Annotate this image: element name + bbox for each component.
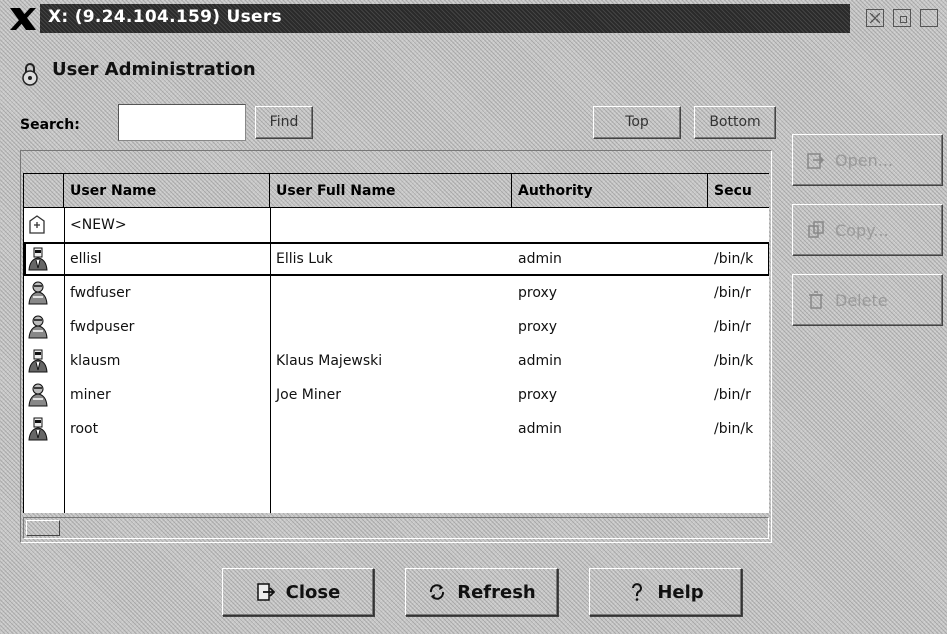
proxy-user-icon [28,281,48,305]
cell-authority: proxy [518,387,558,403]
cell-authority: proxy [518,319,558,335]
proxy-user-icon [28,383,48,407]
admin-user-icon [28,349,48,373]
table-row[interactable]: miner Joe Miner proxy/bin/r [24,378,769,412]
exit-door-icon [256,583,275,601]
cell-security [710,208,769,242]
window-menu-button[interactable] [866,9,884,27]
cell-security: /bin/k [714,251,754,267]
cell-user-name: klausm [70,353,121,369]
x-logo-icon [10,8,36,30]
window-title: X: (9.24.104.159) Users [48,7,282,27]
refresh-icon [430,584,445,600]
close-button-label: Close [285,581,341,603]
cell-user-name: root [70,421,99,437]
cell-authority: admin [518,421,562,437]
bottom-button[interactable]: Bottom [694,106,776,139]
cell-authority: proxy [518,285,558,301]
delete-button-label: Delete [835,290,888,310]
proxy-user-icon [28,315,48,339]
admin-user-icon [28,247,48,271]
top-button[interactable]: Top [593,106,681,139]
cell-full-name: Ellis Luk [276,251,333,267]
cell-authority: admin [518,353,562,369]
table-row[interactable]: klausm Klaus Majewski admin/bin/k [24,344,769,378]
column-header-security[interactable]: Secu [708,174,769,208]
cell-user-name: <NEW> [70,217,127,233]
find-button[interactable]: Find [255,106,313,139]
open-button-label: Open... [835,150,893,170]
column-header-authority[interactable]: Authority [512,174,708,208]
open-folder-icon [807,153,825,169]
cell-security: /bin/r [714,319,751,335]
cell-security: /bin/r [714,285,751,301]
icon-column-header [24,174,64,208]
users-table-frame: User Name User Full Name Authority Secu … [20,150,772,543]
cell-full-name [272,310,510,344]
cell-security: /bin/r [714,387,751,403]
table-row[interactable]: fwdpuser proxy/bin/r [24,310,769,344]
new-user-icon [29,215,45,234]
minimize-button[interactable] [893,9,911,27]
column-header-full-name[interactable]: User Full Name [270,174,512,208]
cell-full-name: Klaus Majewski [276,353,383,369]
cell-full-name [272,276,510,310]
refresh-button[interactable]: Refresh [405,568,558,616]
cell-authority: admin [518,251,562,267]
cell-full-name [272,208,510,242]
copy-button[interactable]: Copy... [792,204,943,256]
cell-authority [514,208,706,242]
column-header-user-name[interactable]: User Name [64,174,270,208]
scrollbar-thumb[interactable] [26,520,60,536]
users-table[interactable]: User Name User Full Name Authority Secu … [23,173,769,513]
table-header: User Name User Full Name Authority Secu [24,174,769,208]
table-row[interactable]: <NEW> [24,208,769,242]
help-button[interactable]: Help [589,568,742,616]
admin-user-icon [28,417,48,441]
cell-full-name: Joe Miner [276,387,341,403]
cell-user-name: ellisl [70,251,102,267]
page-title: User Administration [52,59,256,80]
cell-security: /bin/k [714,353,754,369]
copy-button-label: Copy... [835,220,889,240]
table-row[interactable]: ellisl Ellis Luk admin/bin/k [24,242,769,276]
search-input[interactable] [118,104,246,141]
help-question-icon [632,583,643,601]
search-label: Search: [20,117,80,133]
cell-user-name: fwdpuser [70,319,135,335]
open-button[interactable]: Open... [792,134,943,186]
cell-user-name: miner [70,387,111,403]
delete-button[interactable]: Delete [792,274,943,326]
lock-icon [22,63,38,86]
cell-security: /bin/k [714,421,754,437]
maximize-button[interactable] [920,9,938,27]
trash-icon [809,291,823,309]
refresh-button-label: Refresh [457,581,536,603]
horizontal-scrollbar[interactable] [23,517,769,539]
cell-full-name [272,412,510,446]
copy-icon [808,221,824,238]
title-bar: X: (9.24.104.159) Users [0,0,947,37]
close-button[interactable]: Close [222,568,374,616]
table-row[interactable]: root admin/bin/k [24,412,769,446]
cell-user-name: fwdfuser [70,285,131,301]
help-button-label: Help [657,581,704,603]
table-row[interactable]: fwdfuser proxy/bin/r [24,276,769,310]
